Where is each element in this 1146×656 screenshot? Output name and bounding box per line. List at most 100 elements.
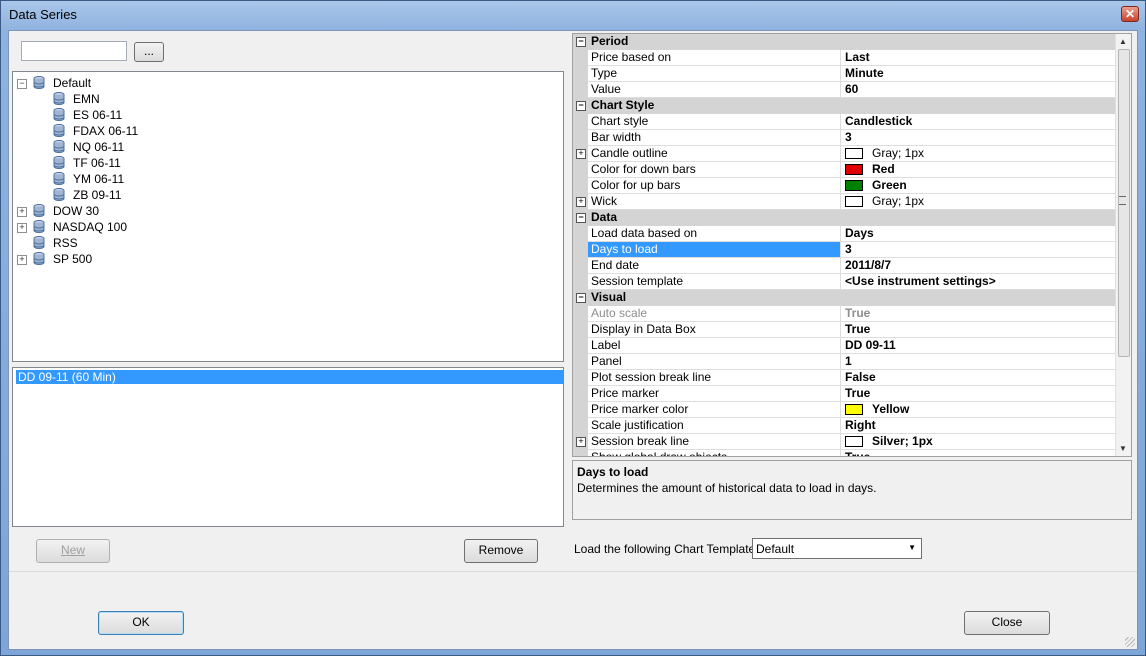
expand-icon[interactable]: +	[576, 149, 586, 159]
property-value[interactable]: Last	[841, 50, 1117, 66]
property-row[interactable]: Chart style Candlestick	[573, 114, 1117, 130]
property-value[interactable]: Gray; 1px	[841, 194, 1117, 210]
property-value[interactable]: 2011/8/7	[841, 258, 1117, 274]
remove-button[interactable]: Remove	[464, 539, 538, 563]
property-row[interactable]: Bar width 3	[573, 130, 1117, 146]
collapse-icon[interactable]: −	[576, 101, 586, 111]
collapse-icon[interactable]: −	[576, 37, 586, 47]
property-value[interactable]: Gray; 1px	[841, 146, 1117, 162]
row-margin: +	[573, 194, 588, 210]
window-close-button[interactable]: ✕	[1121, 6, 1139, 22]
property-value[interactable]: Red	[841, 162, 1117, 178]
expand-icon[interactable]: +	[17, 255, 27, 265]
property-value[interactable]: 60	[841, 82, 1117, 98]
tree-child-label: ES 06-11	[73, 108, 123, 122]
property-category[interactable]: − Period	[573, 34, 1117, 50]
property-row[interactable]: Color for up bars Green	[573, 178, 1117, 194]
tree-child-label: FDAX 06-11	[73, 124, 139, 138]
property-row[interactable]: Label DD 09-11	[573, 338, 1117, 354]
property-name: Bar width	[588, 130, 841, 146]
property-value[interactable]: False	[841, 370, 1117, 386]
property-value[interactable]: Silver; 1px	[841, 434, 1117, 450]
expand-icon[interactable]: +	[576, 437, 586, 447]
property-row[interactable]: Value 60	[573, 82, 1117, 98]
property-row[interactable]: + Candle outline Gray; 1px	[573, 146, 1117, 162]
property-row[interactable]: Color for down bars Red	[573, 162, 1117, 178]
property-name: Auto scale	[588, 306, 841, 322]
resize-grip-icon[interactable]	[1125, 637, 1135, 647]
property-row[interactable]: Load data based on Days	[573, 226, 1117, 242]
property-value[interactable]: Days	[841, 226, 1117, 242]
property-value[interactable]: <Use instrument settings>	[841, 274, 1117, 290]
property-row[interactable]: + Wick Gray; 1px	[573, 194, 1117, 210]
property-value[interactable]: 3	[841, 130, 1117, 146]
series-list-item-selected[interactable]: DD 09-11 (60 Min)	[16, 370, 563, 384]
property-category[interactable]: − Visual	[573, 290, 1117, 306]
property-value[interactable]: Right	[841, 418, 1117, 434]
category-label: Data	[591, 210, 618, 224]
property-value-text: <Use instrument settings>	[845, 274, 996, 288]
property-value[interactable]: 3	[841, 242, 1117, 258]
property-name: Session template	[588, 274, 841, 290]
scroll-down-arrow-icon[interactable]: ▼	[1119, 444, 1127, 453]
property-row[interactable]: Auto scale True	[573, 306, 1117, 322]
property-row[interactable]: Price marker color Yellow	[573, 402, 1117, 418]
property-row[interactable]: Display in Data Box True	[573, 322, 1117, 338]
property-row[interactable]: Scale justification Right	[573, 418, 1117, 434]
expand-icon[interactable]: +	[17, 207, 27, 217]
title-bar[interactable]: Data Series ✕	[1, 1, 1145, 29]
row-margin	[573, 386, 588, 402]
browse-button[interactable]: ...	[134, 42, 164, 62]
property-name: Price marker	[588, 386, 841, 402]
search-input[interactable]	[21, 41, 127, 61]
instrument-tree[interactable]: − Default EMN ES 06-11 FDAX 06-11 NQ 06-11 TF …	[12, 71, 564, 362]
tree-child-label: ZB 09-11	[73, 188, 122, 202]
row-margin	[573, 370, 588, 386]
expand-icon[interactable]: +	[576, 197, 586, 207]
property-row[interactable]: Price based on Last	[573, 50, 1117, 66]
property-value[interactable]: True	[841, 450, 1117, 456]
property-value[interactable]: Minute	[841, 66, 1117, 82]
property-row[interactable]: Type Minute	[573, 66, 1117, 82]
property-value[interactable]: True	[841, 322, 1117, 338]
property-grid[interactable]: − Period Price based on Last Type Minute Value…	[572, 33, 1132, 457]
row-margin	[573, 450, 588, 456]
chart-template-select[interactable]: Default ▼	[752, 538, 922, 559]
property-value[interactable]: Green	[841, 178, 1117, 194]
property-row[interactable]: Price marker True	[573, 386, 1117, 402]
property-row[interactable]: Session template <Use instrument settings…	[573, 274, 1117, 290]
property-value-text: True	[845, 322, 871, 336]
property-row[interactable]: Panel 1	[573, 354, 1117, 370]
property-value[interactable]: 1	[841, 354, 1117, 370]
property-row[interactable]: Plot session break line False	[573, 370, 1117, 386]
expand-icon[interactable]: +	[17, 223, 27, 233]
property-grid-scrollbar[interactable]: ▲ ▼	[1115, 34, 1131, 456]
property-value-text: True	[845, 386, 871, 400]
property-row[interactable]: End date 2011/8/7	[573, 258, 1117, 274]
property-category[interactable]: − Chart Style	[573, 98, 1117, 114]
window-title: Data Series	[9, 7, 77, 22]
property-category[interactable]: − Data	[573, 210, 1117, 226]
row-margin	[573, 338, 588, 354]
property-row[interactable]: Days to load 3	[573, 242, 1117, 258]
collapse-icon[interactable]: −	[576, 293, 586, 303]
database-icon	[53, 124, 65, 138]
category-label: Chart Style	[591, 98, 655, 112]
property-value[interactable]: Candlestick	[841, 114, 1117, 130]
ok-button[interactable]: OK	[98, 611, 184, 635]
series-list[interactable]: DD 09-11 (60 Min)	[12, 367, 564, 527]
property-value[interactable]: True	[841, 386, 1117, 402]
collapse-icon[interactable]: −	[576, 213, 586, 223]
row-margin	[573, 130, 588, 146]
property-value[interactable]: DD 09-11	[841, 338, 1117, 354]
property-value[interactable]: Yellow	[841, 402, 1117, 418]
property-row[interactable]: Show global draw objects True	[573, 450, 1117, 456]
property-name: Color for up bars	[588, 178, 841, 194]
scroll-up-arrow-icon[interactable]: ▲	[1119, 37, 1127, 46]
close-button[interactable]: Close	[964, 611, 1050, 635]
property-row[interactable]: + Session break line Silver; 1px	[573, 434, 1117, 450]
row-margin	[573, 114, 588, 130]
property-value[interactable]: True	[841, 306, 1117, 322]
collapse-icon[interactable]: −	[17, 79, 27, 89]
property-value-text: DD 09-11	[845, 338, 896, 352]
